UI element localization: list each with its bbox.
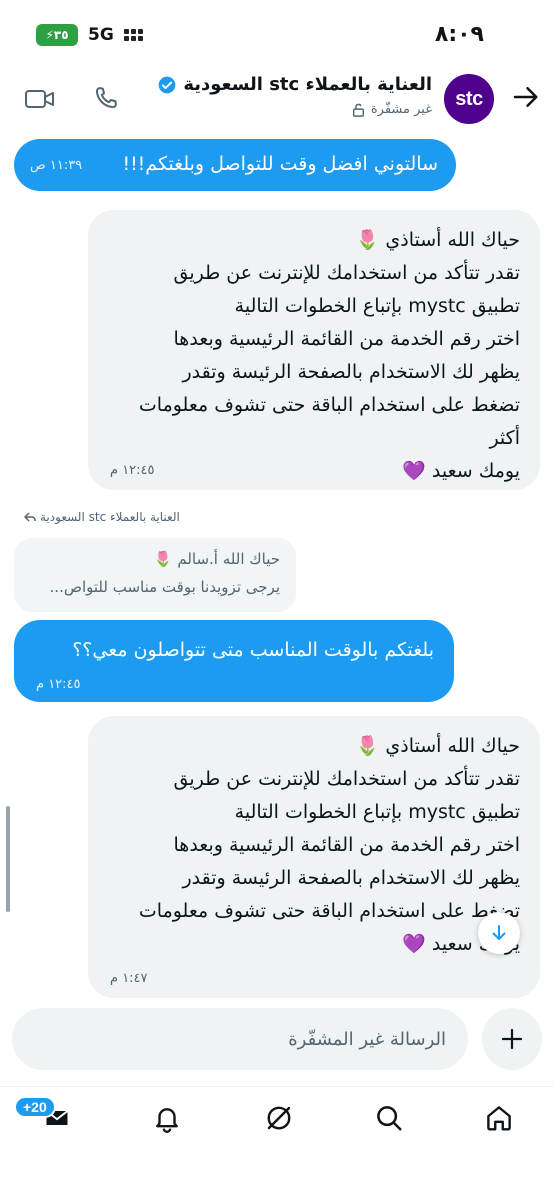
- reply-arrow-icon: [24, 512, 36, 522]
- network-type: 5G: [88, 25, 114, 45]
- avatar[interactable]: stc: [444, 74, 494, 124]
- message-bubble-sent[interactable]: بلغتكم بالوقت المناسب متى تتواصلون معي؟؟…: [14, 620, 454, 702]
- bottom-navigation: [0, 1086, 554, 1150]
- nav-notifications[interactable]: [150, 1101, 184, 1135]
- phone-call-icon[interactable]: [92, 84, 120, 112]
- scroll-to-bottom-button[interactable]: [478, 912, 520, 954]
- encryption-label: غير مشفّرة: [370, 102, 432, 117]
- contact-name-row[interactable]: العناية بالعملاء stc السعودية: [157, 74, 432, 95]
- contact-name: العناية بالعملاء stc السعودية: [183, 74, 432, 95]
- status-bar: ٨:٠٩ ٣٥ ⚡ 5G: [0, 0, 554, 70]
- message-time: ١٢:٤٥ م: [36, 677, 81, 692]
- message-bubble-received[interactable]: حياك الله أستاذي 🌷 تقدر تتأكد من استخدام…: [88, 716, 540, 998]
- bell-icon: [156, 1108, 178, 1133]
- battery-icon: ٣٥ ⚡: [36, 24, 78, 46]
- message-text: سالتوني افضل وقت للتواصل وبلغتكم!!!: [122, 153, 438, 175]
- message-text: حياك الله أستاذي 🌷 تقدر تتأكد من استخدام…: [138, 229, 520, 482]
- search-icon: [377, 1106, 402, 1131]
- nav-home[interactable]: [482, 1101, 516, 1135]
- nav-search[interactable]: [372, 1101, 406, 1135]
- battery-level: ٣٥: [53, 28, 69, 42]
- message-bubble-sent[interactable]: سالتوني افضل وقت للتواصل وبلغتكم!!! ١١:٣…: [14, 139, 456, 191]
- quoted-message[interactable]: حياك الله أ.سالم 🌷 يرجى تزويدنا بوقت منا…: [14, 538, 296, 612]
- add-attachment-button[interactable]: [482, 1008, 542, 1070]
- quoted-line: حياك الله أ.سالم 🌷: [153, 550, 280, 568]
- conversation-header: stc العناية بالعملاء stc السعودية غير مش…: [0, 70, 554, 130]
- message-bubble-received[interactable]: حياك الله أستاذي 🌷 تقدر تتأكد من استخدام…: [88, 210, 540, 490]
- status-time: ٨:٠٩: [434, 22, 484, 47]
- status-icons: ٣٥ ⚡ 5G: [36, 24, 143, 46]
- message-text: حياك الله أستاذي 🌷 تقدر تتأكد من استخدام…: [138, 735, 520, 955]
- home-icon: [487, 1106, 511, 1131]
- encryption-status: غير مشفّرة: [352, 102, 432, 117]
- lock-open-icon: [352, 103, 364, 117]
- video-call-icon[interactable]: [24, 86, 56, 112]
- verified-badge-icon: [159, 76, 176, 93]
- message-time: ١:٤٧ م: [110, 971, 148, 986]
- quoted-line: يرجى تزويدنا بوقت مناسب للتواص...: [49, 578, 280, 596]
- plus-icon: [501, 1028, 523, 1050]
- arrow-down-icon: [492, 925, 506, 940]
- message-input[interactable]: [12, 1008, 468, 1070]
- message-text: بلغتكم بالوقت المناسب متى تتواصلون معي؟؟: [72, 639, 434, 661]
- signal-icon: [123, 29, 143, 41]
- back-arrow-icon[interactable]: [510, 82, 540, 112]
- scrollbar[interactable]: [6, 806, 10, 912]
- message-composer[interactable]: [12, 1008, 468, 1070]
- grok-icon: [267, 1106, 291, 1130]
- reply-to-name: العناية بالعملاء stc السعودية: [40, 510, 180, 524]
- avatar-logo: stc: [455, 87, 483, 110]
- nav-grok[interactable]: [262, 1101, 296, 1135]
- reply-context-label: العناية بالعملاء stc السعودية: [24, 510, 180, 524]
- message-time: ١٢:٤٥ م: [110, 463, 155, 478]
- message-time: ١١:٣٩ ص: [30, 158, 83, 173]
- messages-badge: +20: [14, 1096, 56, 1118]
